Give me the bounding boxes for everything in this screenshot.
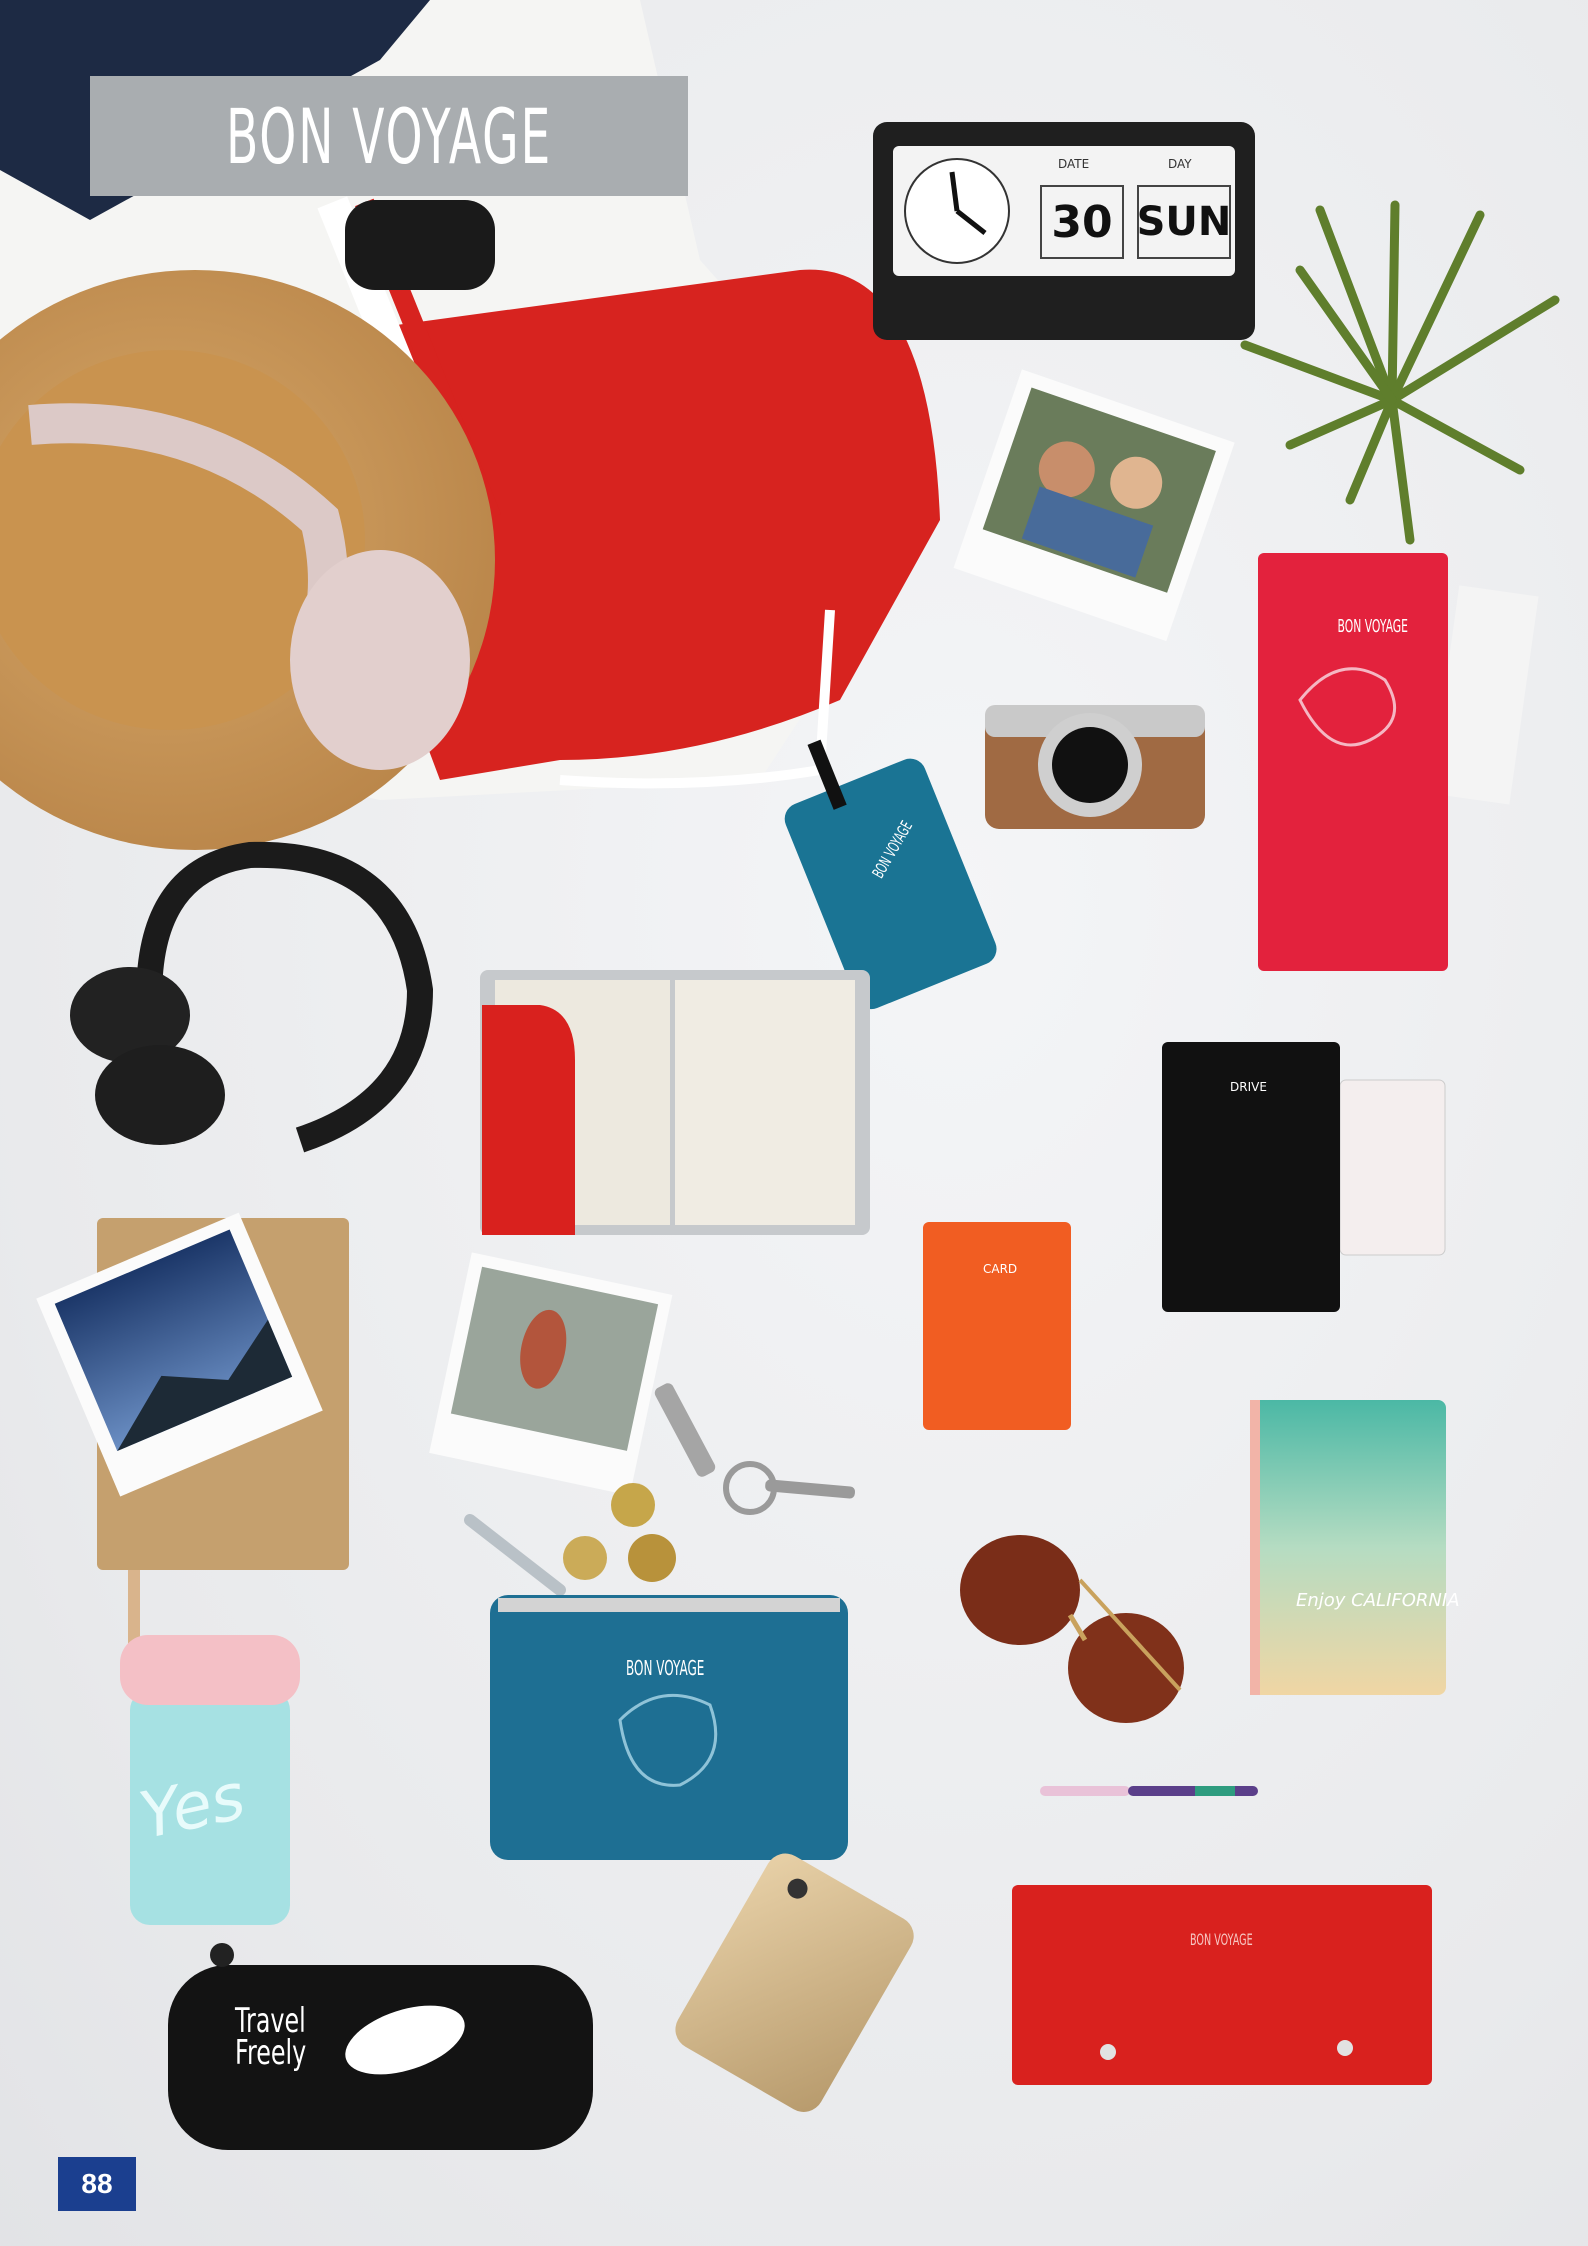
flatlay-illustration [0, 0, 1560, 2150]
kraft-notebook [36, 1212, 349, 1665]
plant [1240, 200, 1560, 545]
clock-date-value: 30 [1040, 185, 1124, 259]
phone [675, 1853, 914, 2112]
clock-date-label: DATE [1058, 157, 1090, 171]
notebook-label: Enjoy CALIFORNIA [1296, 1590, 1460, 1611]
page-title: BON VOYAGE [225, 91, 553, 181]
california-notebook [1250, 1400, 1446, 1695]
pouch-label: BON VOYAGE [626, 1656, 705, 1680]
pen [1040, 1786, 1258, 1796]
title-banner: BON VOYAGE [90, 76, 688, 196]
polaroid-hiker [429, 1252, 673, 1496]
card-holder-label: CARD [983, 1262, 1018, 1276]
passport-cover [480, 970, 870, 1235]
sunglasses [960, 1535, 1184, 1723]
clock-day-label: DAY [1168, 157, 1192, 171]
drive-wallet [1162, 1042, 1446, 1312]
headphones [70, 841, 434, 1153]
card-holder [923, 1222, 1071, 1430]
drive-wallet-label: DRIVE [1230, 1080, 1267, 1094]
page-number: 88 [58, 2157, 136, 2211]
pencil-case [168, 1943, 593, 2150]
red-document-wallet [1012, 1885, 1432, 2085]
polaroid-friends [953, 369, 1235, 642]
blue-pouch [490, 1595, 848, 1860]
red-wallet-label: BON VOYAGE [1337, 616, 1408, 637]
camera [985, 705, 1205, 829]
flatlay-photo: DATE DAY 30 SUN BON VOYAGE BON VOYAGE DR… [0, 0, 1588, 2246]
red-doc-wallet-label: BON VOYAGE [1190, 1930, 1253, 1949]
pencil-case-label: Travel Freely [235, 2001, 307, 2073]
clock-day-value: SUN [1137, 185, 1231, 259]
